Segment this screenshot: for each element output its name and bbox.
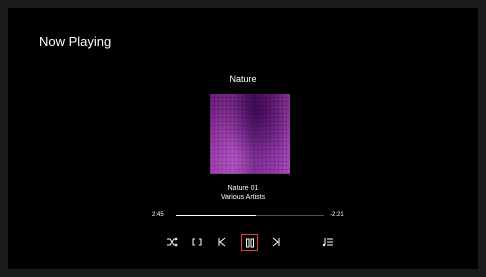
shuffle-button[interactable]	[164, 234, 180, 250]
pause-icon	[245, 238, 254, 247]
previous-button[interactable]	[214, 234, 230, 250]
queue-button[interactable]	[320, 234, 336, 250]
queue-icon	[322, 238, 333, 247]
repeat-icon	[192, 238, 202, 246]
skip-next-icon	[272, 237, 280, 247]
page-title: Now Playing	[39, 34, 112, 49]
track-artist: Various Artists	[220, 194, 266, 201]
skip-previous-icon	[218, 237, 226, 247]
repeat-button[interactable]	[189, 234, 205, 250]
next-button[interactable]	[268, 234, 284, 250]
play-pause-button[interactable]	[241, 234, 258, 251]
progress-bar[interactable]	[176, 215, 324, 216]
shuffle-icon	[167, 237, 178, 247]
progress-bar-fill	[176, 215, 256, 216]
album-art-shading	[210, 94, 290, 174]
album-art	[210, 94, 290, 174]
elapsed-time: 2:45	[152, 212, 164, 218]
track-title: Nature 01	[227, 185, 259, 192]
album-name: Nature	[229, 74, 257, 84]
remaining-time: -2:21	[330, 212, 344, 218]
